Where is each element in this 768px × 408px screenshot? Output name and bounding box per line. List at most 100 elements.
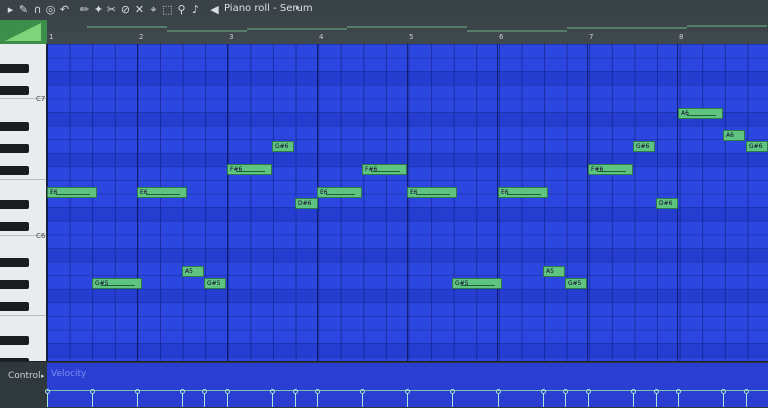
note[interactable]: G#5 [565,278,587,289]
velocity-parameter[interactable]: Velocity [51,369,86,379]
velocity-stem[interactable] [47,393,48,407]
velocity-handle[interactable] [90,389,95,394]
velocity-stem[interactable] [633,393,634,407]
velocity-stem[interactable] [295,393,296,407]
piano-keyboard[interactable]: C7 C6 [0,44,47,361]
select-box-icon[interactable]: ⬚ [161,3,174,16]
black-key[interactable] [0,144,29,153]
delete-icon[interactable]: ✂ [105,3,118,16]
note[interactable]: F#6 [362,164,407,175]
bar-line [47,44,48,361]
black-key[interactable] [0,166,29,175]
velocity-stem[interactable] [227,393,228,407]
velocity-stem[interactable] [656,393,657,407]
velocity-handle[interactable] [405,389,410,394]
note[interactable]: G#6 [272,141,294,152]
velocity-handle[interactable] [45,389,50,394]
velocity-stem[interactable] [407,393,408,407]
note[interactable]: G#6 [633,141,655,152]
note[interactable]: E6 [137,187,187,198]
velocity-handle[interactable] [360,389,365,394]
velocity-handle[interactable] [270,389,275,394]
black-key[interactable] [0,86,29,95]
black-key[interactable] [0,258,29,267]
velocity-handle[interactable] [315,389,320,394]
velocity-stem[interactable] [317,393,318,407]
mute-icon[interactable]: ⊘ [119,3,132,16]
black-key[interactable] [0,122,29,131]
velocity-handle[interactable] [676,389,681,394]
velocity-handle[interactable] [293,389,298,394]
note[interactable]: G#5 [92,278,142,289]
velocity-handle[interactable] [744,389,749,394]
velocity-stem[interactable] [565,393,566,407]
velocity-stem[interactable] [588,393,589,407]
chevron-right-icon[interactable]: ▸ [296,3,300,12]
velocity-handle[interactable] [563,389,568,394]
velocity-handle[interactable] [135,389,140,394]
slice-icon[interactable]: ✕ [133,3,146,16]
pencil-icon[interactable]: ✏ [78,3,91,16]
note[interactable]: D#6 [656,198,678,209]
black-key[interactable] [0,302,29,311]
velocity-stem[interactable] [678,393,679,407]
note[interactable]: E6 [47,187,97,198]
velocity-stem[interactable] [746,393,747,407]
velocity-stem[interactable] [498,393,499,407]
black-key[interactable] [0,280,29,289]
velocity-handle[interactable] [654,389,659,394]
velocity-lane[interactable]: Velocity [45,363,768,407]
velocity-stem[interactable] [452,393,453,407]
playback-icon[interactable]: ♪ [189,3,202,16]
paint-icon[interactable]: ✦ [92,3,105,16]
velocity-handle[interactable] [586,389,591,394]
velocity-handle[interactable] [450,389,455,394]
note[interactable]: G#5 [204,278,226,289]
note[interactable]: F#6 [588,164,633,175]
black-key[interactable] [0,200,29,209]
magnet-icon[interactable]: ∩ [31,3,44,16]
note[interactable]: E6 [498,187,548,198]
velocity-stem[interactable] [182,393,183,407]
note[interactable]: A5 [182,266,204,277]
note[interactable]: E6 [407,187,457,198]
black-key[interactable] [0,64,29,73]
zoom-icon[interactable]: ⚲ [175,3,188,16]
note[interactable]: A6 [678,108,723,119]
note[interactable]: G#5 [452,278,502,289]
note[interactable]: F#6 [227,164,272,175]
wrench-icon[interactable]: ✎ [17,3,30,16]
velocity-handle[interactable] [180,389,185,394]
velocity-stem[interactable] [272,393,273,407]
velocity-stem[interactable] [137,393,138,407]
note[interactable]: E6 [317,187,362,198]
undo-icon[interactable]: ↶ [58,3,71,16]
velocity-handle[interactable] [202,389,207,394]
note-grid[interactable]: E6 G#5 E6 A5 G#5 F#6 G#6 D#6 E6 F#6 E6 G… [47,44,768,361]
bar-line [227,44,228,361]
velocity-handle[interactable] [721,389,726,394]
velocity-stem[interactable] [92,393,93,407]
velocity-stem[interactable] [723,393,724,407]
velocity-stem[interactable] [362,393,363,407]
velocity-stem[interactable] [204,393,205,407]
velocity-handle[interactable] [631,389,636,394]
bar-line [497,44,498,361]
select-icon[interactable]: ⌖ [147,3,160,16]
horizontal-scrollbar[interactable] [47,20,768,32]
chevron-right-icon[interactable]: ▸ [41,372,45,380]
velocity-stem[interactable] [543,393,544,407]
black-key[interactable] [0,336,29,345]
note[interactable]: G#6 [746,141,768,152]
arrow-icon[interactable]: ▸ [4,3,17,16]
velocity-handle[interactable] [225,389,230,394]
record-icon[interactable]: ◎ [44,3,57,16]
note[interactable]: A5 [543,266,565,277]
note[interactable]: D#6 [295,198,318,209]
velocity-handle[interactable] [541,389,546,394]
speaker-icon[interactable]: ◀ [208,3,221,16]
black-key[interactable] [0,222,29,231]
velocity-handle[interactable] [496,389,501,394]
note[interactable]: A6 [723,130,745,141]
white-key-divider [0,315,46,316]
